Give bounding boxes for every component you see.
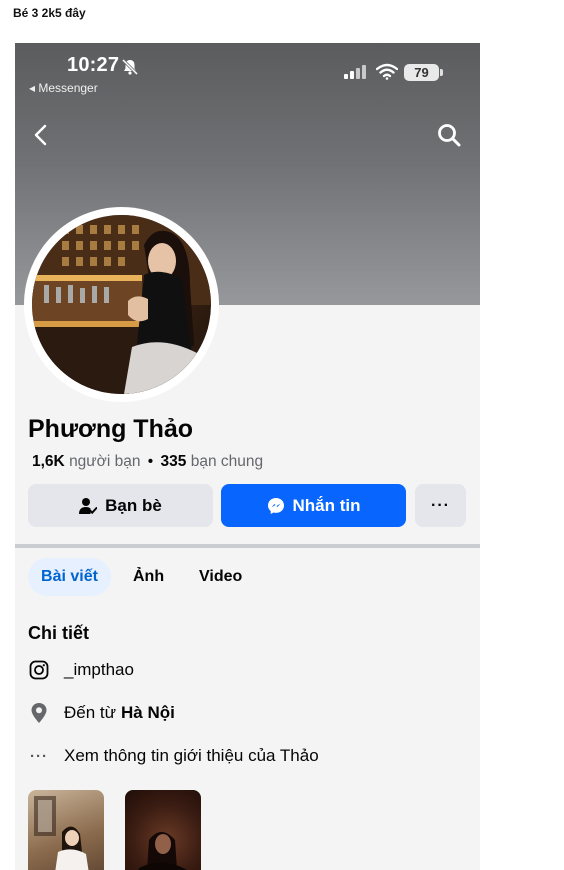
profile-screen: 10:27 ◂ Messenger 79 Phương Thảo 1,6K ng… [15,43,480,870]
friends-separator: • [147,453,154,470]
section-divider [15,544,480,548]
hometown-place: Hà Nội [121,703,175,722]
mutual-count: 335 [160,453,187,470]
featured-photo-2-image [138,832,187,870]
details-heading: Chi tiết [28,623,89,643]
instagram-handle: _impthao [64,660,134,679]
bell-slash-icon [121,58,139,76]
friends-button-label: Bạn bè [105,495,162,515]
mutual-label: bạn chung [190,453,264,470]
message-button-label: Nhắn tin [292,495,361,515]
more-dots-icon: ··· [30,747,48,765]
message-button[interactable]: Nhắn tin [221,484,406,527]
status-time: 10:27 [67,54,120,76]
location-pin-icon [28,702,50,724]
hometown-prefix: Đến từ [64,703,117,722]
instagram-row[interactable]: _impthao [28,659,134,681]
signal-icon [344,65,366,79]
tab-photos[interactable]: Ảnh [133,558,164,596]
friends-label: người bạn [69,453,141,470]
friend-check-icon [79,497,98,514]
battery-tip [440,69,443,76]
avatar[interactable] [32,215,211,394]
messenger-icon [267,497,284,514]
tab-posts[interactable]: Bài viết [28,558,111,596]
instagram-icon [28,659,50,681]
friends-count: 1,6K [32,453,65,470]
see-about-row[interactable]: ··· Xem thông tin giới thiệu của Thảo [28,745,319,767]
featured-photo-1-image [34,796,89,870]
tab-video[interactable]: Video [199,558,242,596]
avatar-photo [32,215,211,394]
featured-photo-2[interactable] [125,790,201,870]
see-about-label: Xem thông tin giới thiệu của Thảo [64,746,319,765]
more-options-button[interactable]: ··· [415,484,466,527]
hometown-row[interactable]: Đến từ Hà Nội [28,702,175,724]
profile-name: Phương Thảo [28,415,194,443]
friends-button[interactable]: Bạn bè [28,484,213,527]
post-caption: Bé 3 2k5 đây [13,6,86,20]
wifi-icon [376,63,398,80]
back-icon[interactable] [32,123,50,147]
friends-summary[interactable]: 1,6K người bạn • 335 bạn chung [32,453,263,471]
search-icon[interactable] [436,122,462,148]
back-to-messenger[interactable]: ◂ Messenger [29,81,98,95]
featured-photo-1[interactable] [28,790,104,870]
battery-indicator: 79 [404,64,439,81]
